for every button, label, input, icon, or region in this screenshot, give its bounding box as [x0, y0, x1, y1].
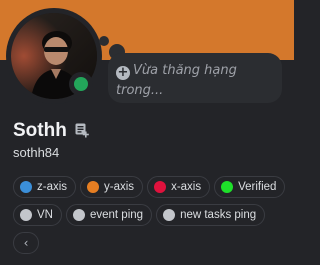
role-pill[interactable]: new tasks ping [156, 204, 266, 226]
role-color-dot [154, 181, 167, 193]
role-pill[interactable]: y-axis [80, 176, 144, 198]
collapse-roles-button[interactable]: ‹ [13, 232, 39, 254]
plus-icon: + [116, 65, 130, 80]
role-color-dot [163, 209, 176, 221]
role-color-dot [221, 181, 234, 193]
role-pill[interactable]: event ping [65, 204, 153, 226]
role-label: z-axis [37, 181, 68, 193]
username: sothh84 [13, 145, 60, 160]
role-pill[interactable]: VN [13, 204, 62, 226]
role-label: Verified [238, 181, 277, 193]
role-label: new tasks ping [180, 209, 257, 221]
role-label: y-axis [104, 181, 135, 193]
role-pill[interactable]: z-axis [13, 176, 77, 198]
display-name: Sothh [13, 120, 67, 141]
online-status-icon [74, 77, 88, 91]
profile-card: + Vừa thăng hạng trong... Sothh sothh84 z… [0, 0, 294, 265]
custom-status-placeholder: Vừa thăng hạng trong... [116, 63, 237, 98]
custom-status-bubble[interactable]: + Vừa thăng hạng trong... [108, 53, 282, 103]
role-label: x-axis [171, 181, 202, 193]
role-color-dot [87, 181, 100, 193]
roles-list: z-axis y-axis x-axis Verified VN event p… [13, 176, 289, 254]
role-label: event ping [89, 209, 144, 221]
role-color-dot [20, 209, 32, 221]
role-label: VN [37, 209, 53, 221]
thought-bubble-dot [99, 36, 109, 46]
role-pill[interactable]: x-axis [147, 176, 211, 198]
note-icon[interactable] [74, 122, 90, 138]
role-color-dot [20, 181, 32, 193]
chevron-left-icon: ‹ [23, 236, 29, 250]
role-pill[interactable]: Verified [214, 176, 286, 198]
role-color-dot [72, 209, 85, 221]
